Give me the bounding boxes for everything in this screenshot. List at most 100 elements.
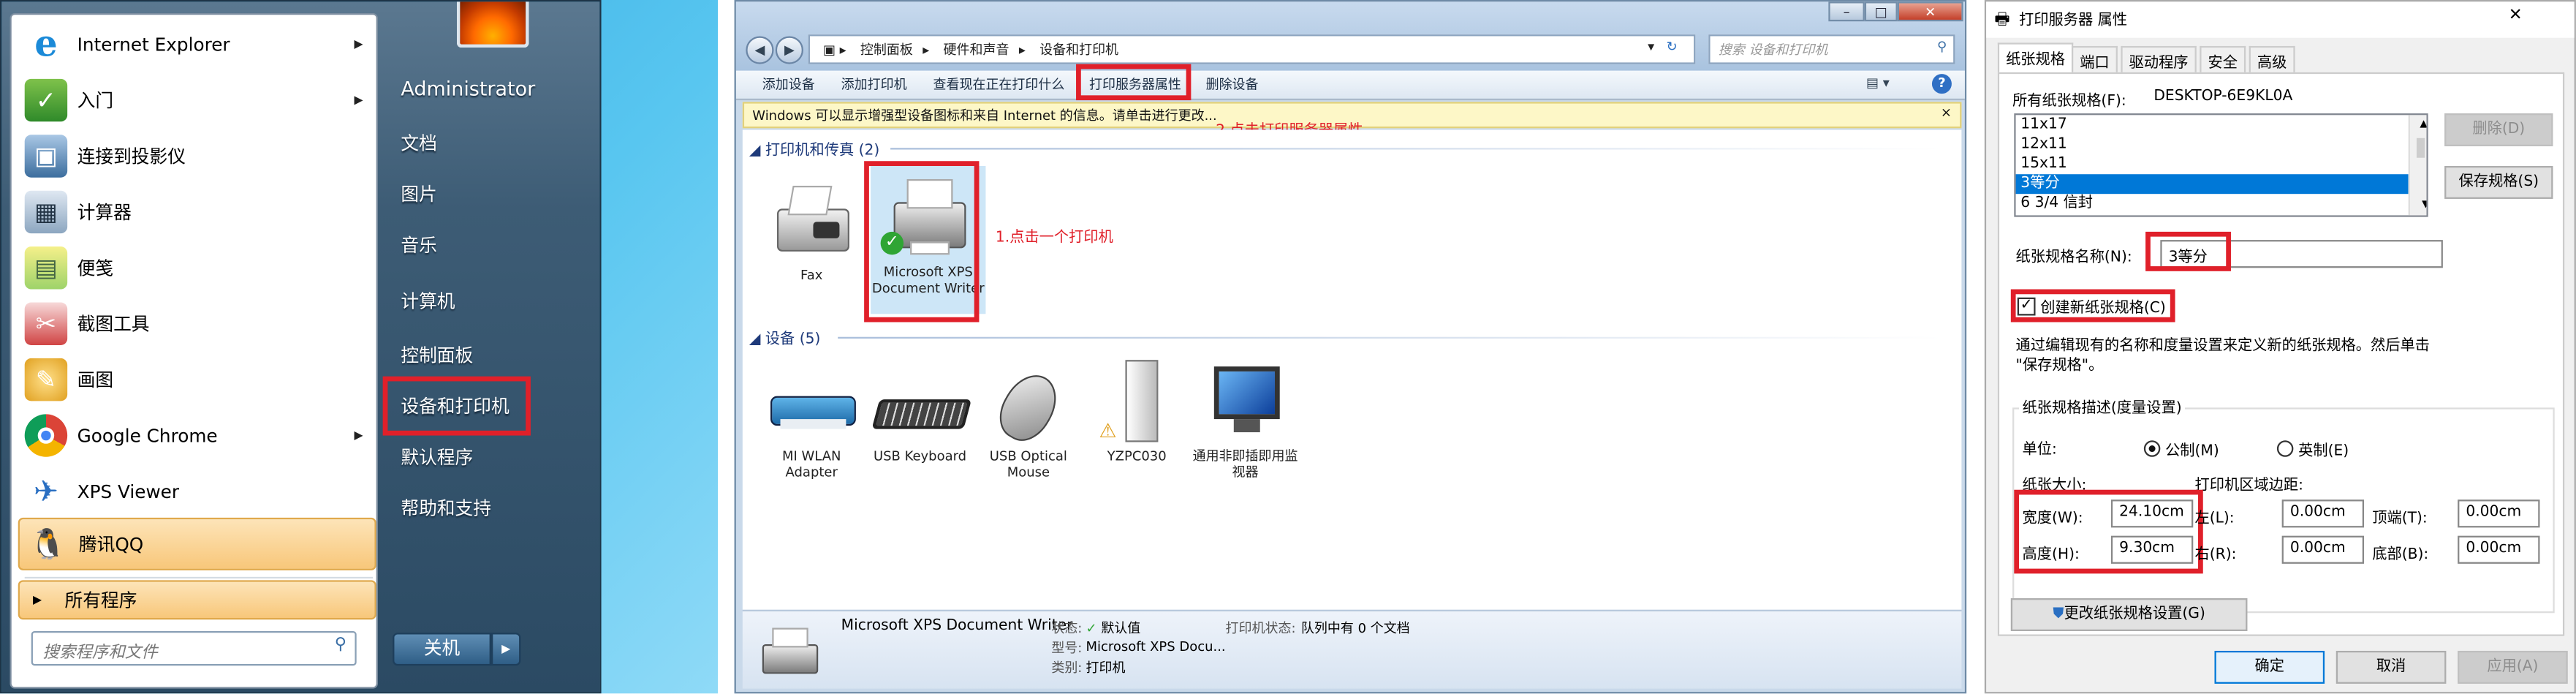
list-item[interactable]: 11x17 (2016, 115, 2427, 135)
breadcrumb-item[interactable]: 硬件和声音 (944, 42, 1009, 57)
chevron-down-icon[interactable]: ▾ (1648, 39, 1654, 54)
refresh-icon[interactable]: ↻ (1667, 39, 1678, 54)
metric-radio[interactable] (2143, 440, 2161, 457)
remove-device-button[interactable]: 删除设备 (1206, 75, 1259, 94)
device-label: 通用非即插即用监视器 (1192, 448, 1298, 480)
bottom-margin-input[interactable]: 0.00cm (2458, 535, 2540, 564)
device-wlan-adapter[interactable]: MI WLAN Adapter (754, 360, 869, 481)
right-item-user[interactable]: Administrator (401, 78, 535, 100)
annotation-step-1: 1.点击一个打印机 (995, 230, 1113, 247)
wlan-adapter-icon (764, 360, 859, 442)
view-options-icon[interactable]: ▤ ▾ (1866, 75, 1890, 90)
change-form-settings-button[interactable]: ⛊更改纸张规格设置(G) (2010, 598, 2248, 632)
minimize-button[interactable]: – (1828, 1, 1865, 22)
device-computer[interactable]: ⚠ YZPC030 (1080, 360, 1194, 465)
right-item-music[interactable]: 音乐 (401, 232, 436, 258)
device-keyboard[interactable]: USB Keyboard (863, 360, 977, 465)
start-item-getting-started[interactable]: ✓ 入门 ▶ (18, 74, 376, 127)
keyboard-icon (871, 360, 972, 442)
apply-button[interactable]: 应用(A) (2458, 650, 2568, 684)
delete-form-button[interactable]: 删除(D) (2444, 113, 2553, 147)
left-margin-input[interactable]: 0.00cm (2281, 499, 2365, 528)
help-icon[interactable]: ? (1931, 74, 1952, 94)
save-form-button[interactable]: 保存规格(S) (2444, 165, 2553, 199)
start-item-calculator[interactable]: ▦ 计算器 (18, 186, 376, 238)
right-margin-input[interactable]: 0.00cm (2281, 535, 2365, 564)
start-item-label: Google Chrome (77, 424, 218, 447)
list-item[interactable]: 15x11 (2016, 154, 2427, 174)
right-item-documents[interactable]: 文档 (401, 130, 436, 156)
close-icon[interactable]: ✕ (2509, 7, 2523, 25)
right-item-computer[interactable]: 计算机 (401, 287, 455, 314)
start-item-projector[interactable]: ▣ 连接到投影仪 (18, 130, 376, 183)
tab-ports[interactable]: 端口 (2071, 45, 2118, 72)
forward-button[interactable]: ▶ (775, 36, 803, 64)
forms-listbox[interactable]: 11x17 12x11 15x11 3等分 6 3/4 信封 ▲ ▼ (2014, 113, 2428, 217)
all-forms-label: 所有纸张规格(F): (2012, 94, 2126, 110)
breadcrumb-item[interactable]: 控制面板 (860, 42, 913, 57)
start-item-snipping-tool[interactable]: ✂ 截图工具 (18, 298, 376, 350)
list-item[interactable]: 12x11 (2016, 135, 2427, 154)
internet-explorer-icon: e (34, 23, 58, 66)
start-item-qq[interactable]: 🐧 腾讯QQ (18, 517, 376, 570)
ok-button[interactable]: 确定 (2214, 650, 2325, 684)
printer-xps-writer[interactable]: ✓ Microsoft XPS Document Writer (871, 165, 986, 314)
print-server-properties-button[interactable]: 打印服务器属性 (1089, 75, 1181, 94)
scrollbar[interactable]: ▲ ▼ (2408, 115, 2427, 216)
details-status-label: 状态: (1051, 621, 1083, 636)
snipping-tool-icon: ✂ (24, 302, 68, 345)
tab-drivers[interactable]: 驱动程序 (2121, 45, 2197, 72)
address-bar[interactable]: ▣ ▸ 控制面板 ▸ 硬件和声音 ▸ 设备和打印机 ▾ ↻ (808, 34, 1696, 64)
all-programs-button[interactable]: ▶ 所有程序 (18, 580, 376, 620)
device-monitor[interactable]: 通用非即插即用监视器 (1188, 360, 1303, 481)
english-radio[interactable] (2276, 440, 2294, 457)
close-button[interactable]: ✕ (1897, 1, 1963, 22)
form-name-input[interactable]: 3等分 (2160, 240, 2443, 268)
right-item-help[interactable]: 帮助和支持 (401, 494, 491, 521)
create-new-label: 创建新纸张规格(C) (2040, 301, 2166, 317)
device-mouse[interactable]: USB Optical Mouse (971, 360, 1086, 481)
close-icon[interactable]: × (1941, 105, 1952, 120)
add-device-button[interactable]: 添加设备 (762, 75, 815, 94)
start-item-paint[interactable]: ✎ 画图 (18, 353, 376, 406)
breadcrumb-item[interactable]: 设备和打印机 (1039, 42, 1118, 57)
search-input[interactable]: 搜索程序和文件 ⚲ (31, 631, 357, 666)
start-item-sticky-notes[interactable]: ▤ 便笺 (18, 241, 376, 294)
right-item-default-programs[interactable]: 默认程序 (401, 444, 473, 470)
search-input[interactable]: 搜索 设备和打印机 ⚲ (1708, 34, 1955, 64)
tab-advanced[interactable]: 高级 (2249, 45, 2295, 72)
right-item-devices-printers[interactable]: 设备和打印机 (401, 393, 509, 419)
command-bar: 添加设备 添加打印机 查看现在正在打印什么 打印服务器属性 删除设备 ▤ ▾ ? (735, 70, 1965, 101)
width-input[interactable]: 24.10cm (2110, 499, 2194, 528)
right-item-pictures[interactable]: 图片 (401, 181, 436, 207)
tab-security[interactable]: 安全 (2200, 45, 2246, 72)
tab-forms[interactable]: 纸张规格 (1997, 42, 2074, 72)
group-header-devices[interactable]: ◢ 设备 (5) (749, 327, 821, 348)
group-header-printers[interactable]: ◢ 打印机和传真 (2) (749, 138, 879, 159)
device-label: MI WLAN Adapter (781, 448, 841, 480)
start-item-internet-explorer[interactable]: e Internet Explorer ▶ (18, 18, 376, 71)
list-item[interactable]: 6 3/4 信封 (2016, 194, 2427, 214)
back-button[interactable]: ◀ (746, 36, 774, 64)
add-printer-button[interactable]: 添加打印机 (841, 75, 907, 94)
start-item-chrome[interactable]: Google Chrome ▶ (18, 410, 376, 462)
printer-fax[interactable]: Fax (754, 179, 869, 284)
top-margin-input[interactable]: 0.00cm (2458, 499, 2540, 528)
help-text: "保存规格"。 (2015, 358, 2104, 375)
form-name-label: 纸张规格名称(N): (2015, 249, 2132, 267)
margins-label: 打印机区域边距: (2194, 478, 2303, 495)
right-item-control-panel[interactable]: 控制面板 (401, 342, 473, 368)
divider (838, 336, 1942, 339)
maximize-button[interactable]: □ (1864, 1, 1898, 22)
start-item-label: 连接到投影仪 (77, 146, 186, 168)
see-printing-button[interactable]: 查看现在正在打印什么 (933, 75, 1065, 94)
start-item-xps-viewer[interactable]: ✈ XPS Viewer (18, 465, 376, 518)
shield-icon: ⛊ (2053, 606, 2064, 623)
list-item-selected[interactable]: 3等分 (2015, 174, 2409, 195)
cancel-button[interactable]: 取消 (2336, 650, 2447, 684)
shutdown-button[interactable]: 关机 (393, 633, 491, 666)
create-new-checkbox[interactable]: ✓ (2017, 297, 2036, 316)
shutdown-options-button[interactable]: ▶ (490, 633, 521, 666)
printer-icon: ✓ (880, 176, 976, 257)
height-input[interactable]: 9.30cm (2110, 535, 2194, 564)
